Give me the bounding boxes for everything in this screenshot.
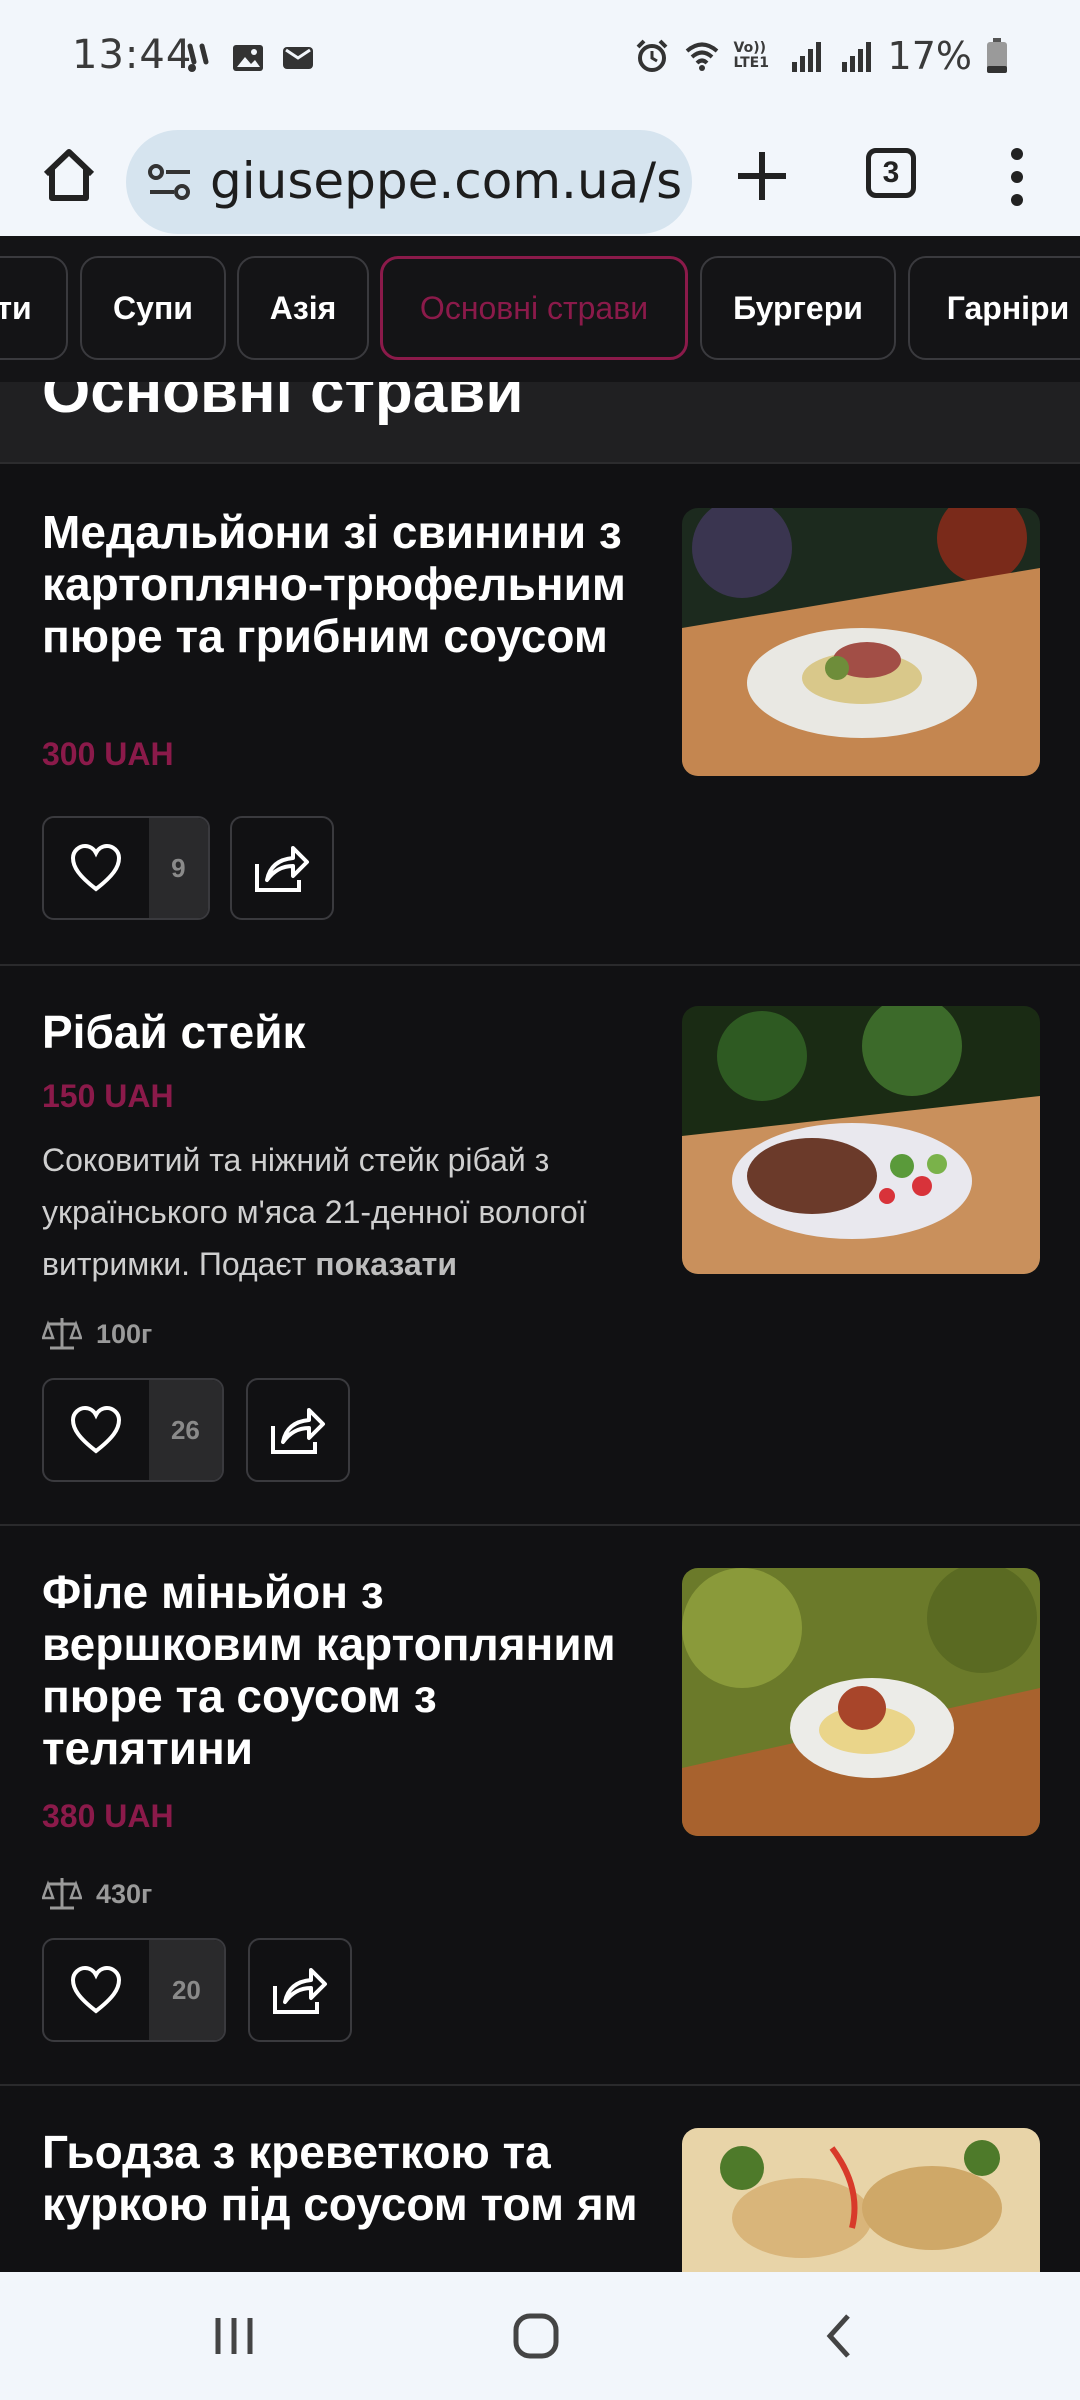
browser-toolbar: giuseppe.com.ua/s 3 bbox=[0, 118, 1080, 236]
status-bar: 13:44 Vo)) LTE1 17% bbox=[0, 0, 1080, 118]
dish-price: 380 UAH bbox=[42, 1798, 174, 1834]
battery-icon bbox=[987, 38, 1007, 73]
share-button[interactable] bbox=[248, 1938, 352, 2042]
dish-description: Соковитий та ніжний стейк рібай з україн… bbox=[42, 1134, 642, 1290]
heart-icon bbox=[71, 1965, 122, 2014]
section-header: Основні страви bbox=[0, 382, 1080, 464]
more-menu-icon[interactable] bbox=[1000, 142, 1034, 212]
share-button[interactable] bbox=[230, 816, 334, 920]
dish-title: Гьодза з креветкою та куркою під соусом … bbox=[42, 2126, 638, 2230]
scale-icon bbox=[42, 1318, 82, 1350]
address-bar[interactable]: giuseppe.com.ua/s bbox=[126, 130, 692, 234]
menu-item[interactable]: Медальйони зі свинини з картопляно-трюфе… bbox=[0, 464, 1080, 966]
like-button[interactable] bbox=[44, 1380, 149, 1480]
section-title: Основні страви bbox=[42, 382, 524, 426]
alarm-icon bbox=[636, 39, 667, 72]
status-notification-icons bbox=[180, 40, 316, 76]
show-more-link[interactable]: показати bbox=[315, 1246, 457, 1282]
menu-item[interactable]: Філе міньйон з вершковим картопляним пюр… bbox=[0, 1526, 1080, 2086]
category-tab[interactable]: Азія bbox=[237, 256, 369, 360]
category-tab[interactable]: Гарніри bbox=[908, 256, 1080, 360]
like-button[interactable] bbox=[44, 818, 149, 918]
dish-title: Медальйони зі свинини з картопляно-трюфе… bbox=[42, 506, 626, 662]
dish-title: Філе міньйон з вершковим картопляним пюр… bbox=[42, 1566, 616, 1774]
dish-photo[interactable] bbox=[682, 1568, 1040, 1836]
category-tab[interactable]: Супи bbox=[80, 256, 226, 360]
category-tabs: ти Супи Азія Основні страви Бургери Гарн… bbox=[0, 236, 1080, 382]
weight-value: 100г bbox=[96, 1318, 153, 1349]
dish-photo-image bbox=[682, 1568, 1040, 1836]
home-icon[interactable] bbox=[34, 140, 104, 210]
share-icon bbox=[271, 1408, 325, 1454]
like-count: 9 bbox=[148, 818, 208, 918]
signal-icon bbox=[791, 42, 821, 72]
wifi-icon bbox=[685, 42, 718, 71]
dish-photo-image bbox=[682, 2128, 1040, 2272]
dish-photo[interactable] bbox=[682, 508, 1040, 776]
share-icon bbox=[273, 1968, 327, 2014]
volte-label: Vo)) LTE1 bbox=[733, 40, 769, 71]
menu-item[interactable]: Гьодза з креветкою та куркою під соусом … bbox=[0, 2086, 1080, 2272]
dish-price: 150 UAH bbox=[42, 1078, 174, 1114]
heart-icon bbox=[71, 1405, 122, 1454]
like-count: 20 bbox=[148, 1940, 224, 2040]
share-button[interactable] bbox=[246, 1378, 350, 1482]
scale-icon bbox=[42, 1878, 82, 1910]
category-tab[interactable]: ти bbox=[0, 256, 68, 360]
signal-icon bbox=[841, 42, 871, 72]
status-time: 13:44 bbox=[72, 32, 193, 78]
dish-photo[interactable] bbox=[682, 2128, 1040, 2272]
dish-weight: 100г bbox=[42, 1316, 152, 1352]
image-icon bbox=[233, 45, 263, 71]
new-tab-icon[interactable] bbox=[730, 144, 794, 208]
dish-photo-image bbox=[682, 508, 1040, 776]
site-settings-icon[interactable] bbox=[146, 160, 194, 204]
weight-value: 430г bbox=[96, 1878, 153, 1909]
share-icon bbox=[255, 846, 309, 892]
dish-price: 300 UAH bbox=[42, 736, 174, 772]
battery-percent: 17% bbox=[887, 34, 972, 78]
menu-item[interactable]: Рібай стейк 150 UAH Соковитий та ніжний … bbox=[0, 966, 1080, 1526]
like-control[interactable]: 9 bbox=[42, 816, 210, 920]
like-count: 26 bbox=[148, 1380, 222, 1480]
dish-title: Рібай стейк bbox=[42, 1006, 306, 1058]
dish-photo-image bbox=[682, 1006, 1040, 1274]
recent-apps-icon[interactable] bbox=[204, 2308, 264, 2364]
category-tab-active[interactable]: Основні страви bbox=[380, 256, 688, 360]
url-text: giuseppe.com.ua/s bbox=[210, 152, 683, 210]
dish-photo[interactable] bbox=[682, 1006, 1040, 1274]
back-icon[interactable] bbox=[810, 2308, 870, 2364]
like-control[interactable]: 26 bbox=[42, 1378, 224, 1482]
home-nav-icon[interactable] bbox=[506, 2308, 566, 2364]
message-icon bbox=[283, 47, 313, 69]
status-system-icons: Vo)) LTE1 17% bbox=[634, 34, 1008, 78]
system-nav-bar bbox=[0, 2272, 1080, 2400]
tab-switcher-button[interactable]: 3 bbox=[866, 148, 916, 198]
like-control[interactable]: 20 bbox=[42, 1938, 226, 2042]
dish-weight: 430г bbox=[42, 1876, 152, 1912]
like-button[interactable] bbox=[44, 1940, 149, 2040]
voicemail-icon bbox=[187, 43, 209, 72]
category-tab[interactable]: Бургери bbox=[700, 256, 896, 360]
heart-icon bbox=[71, 843, 122, 892]
